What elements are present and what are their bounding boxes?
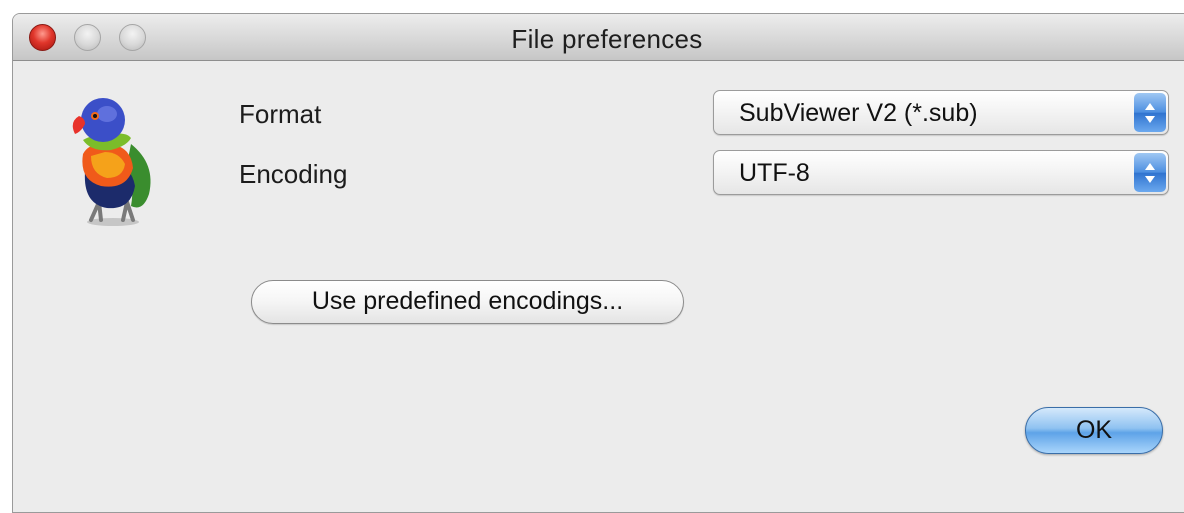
format-select-value: SubViewer V2 (*.sub) [739,99,978,127]
preferences-window: File preferences Format SubViewer V2 (*.… [12,13,1184,513]
format-label: Format [239,99,322,129]
encoding-label: Encoding [239,159,348,189]
parrot-icon [61,94,161,229]
ok-button[interactable]: OK [1025,407,1163,454]
up-down-arrows-icon [1134,93,1166,132]
format-select[interactable]: SubViewer V2 (*.sub) [713,90,1169,135]
window-title: File preferences [511,24,703,54]
encoding-select[interactable]: UTF-8 [713,150,1169,195]
encoding-select-value: UTF-8 [739,159,810,187]
use-predefined-encodings-button[interactable]: Use predefined encodings... [251,280,684,324]
up-down-arrows-icon [1134,153,1166,192]
title-bar[interactable]: File preferences [13,14,1184,61]
